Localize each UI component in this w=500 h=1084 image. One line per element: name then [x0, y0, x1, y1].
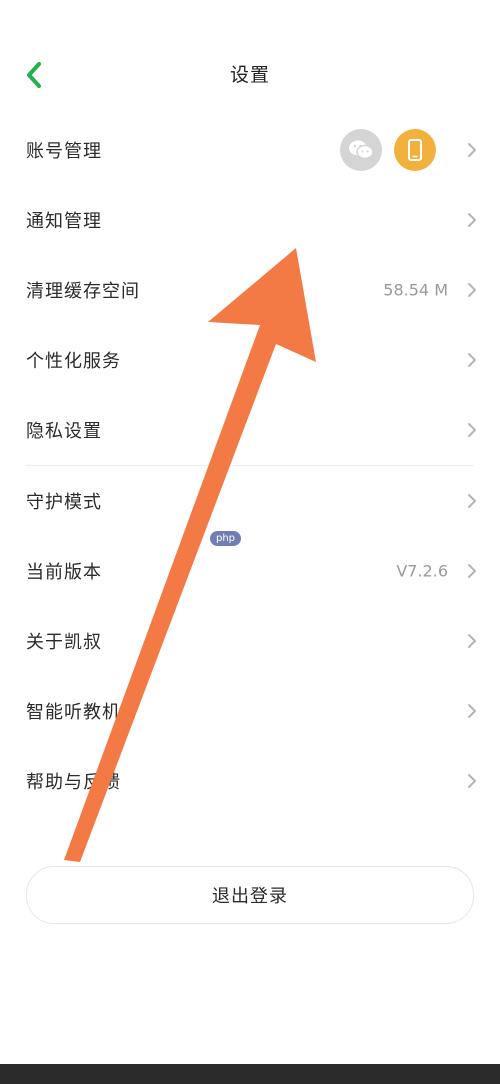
settings-item-label: 通知管理 [26, 211, 102, 232]
settings-item-label: 清理缓存空间 [26, 281, 140, 302]
bottom-navigation-bar [0, 1064, 500, 1084]
chevron-right-icon [468, 423, 476, 437]
chevron-right-icon [468, 774, 476, 788]
chevron-right-icon [468, 213, 476, 227]
account-binding-icons [340, 129, 436, 171]
chevron-right-icon [468, 564, 476, 578]
logout-button[interactable]: 退出登录 [26, 866, 474, 924]
settings-item-smart-device[interactable]: 智能听教机 [0, 676, 500, 746]
settings-item-help-feedback[interactable]: 帮助与反馈 [0, 746, 500, 816]
chevron-right-icon [468, 494, 476, 508]
settings-item-label: 个性化服务 [26, 351, 121, 372]
settings-list: 账号管理 通知管理 清理缓存空间 58.54 M 个性化服务 隐私设置 守护模式… [0, 115, 500, 816]
wechat-icon [340, 129, 382, 171]
chevron-right-icon [468, 634, 476, 648]
settings-item-about[interactable]: 关于凯叔 [0, 606, 500, 676]
settings-item-personalization[interactable]: 个性化服务 [0, 325, 500, 395]
settings-item-clear-cache[interactable]: 清理缓存空间 58.54 M [0, 255, 500, 325]
watermark-text: 中文网 [245, 533, 285, 548]
chevron-right-icon [468, 353, 476, 367]
page-title: 设置 [229, 64, 270, 86]
version-value: V7.2.6 [396, 561, 448, 581]
settings-item-label: 关于凯叔 [26, 632, 102, 653]
cache-size-value: 58.54 M [383, 280, 448, 300]
watermark: php 中文网 [210, 529, 284, 548]
settings-item-guard-mode[interactable]: 守护模式 [0, 466, 500, 536]
chevron-right-icon [468, 283, 476, 297]
chevron-right-icon [468, 143, 476, 157]
settings-item-privacy[interactable]: 隐私设置 [0, 395, 500, 465]
settings-item-notifications[interactable]: 通知管理 [0, 185, 500, 255]
settings-item-label: 帮助与反馈 [26, 772, 121, 793]
settings-item-label: 隐私设置 [26, 421, 102, 442]
phone-icon [394, 129, 436, 171]
settings-item-label: 守护模式 [26, 492, 102, 513]
watermark-badge: php [210, 531, 242, 546]
settings-item-label: 智能听教机 [26, 702, 121, 723]
settings-item-account[interactable]: 账号管理 [0, 115, 500, 185]
settings-item-label: 当前版本 [26, 562, 102, 583]
chevron-right-icon [468, 704, 476, 718]
settings-item-label: 账号管理 [26, 141, 102, 162]
